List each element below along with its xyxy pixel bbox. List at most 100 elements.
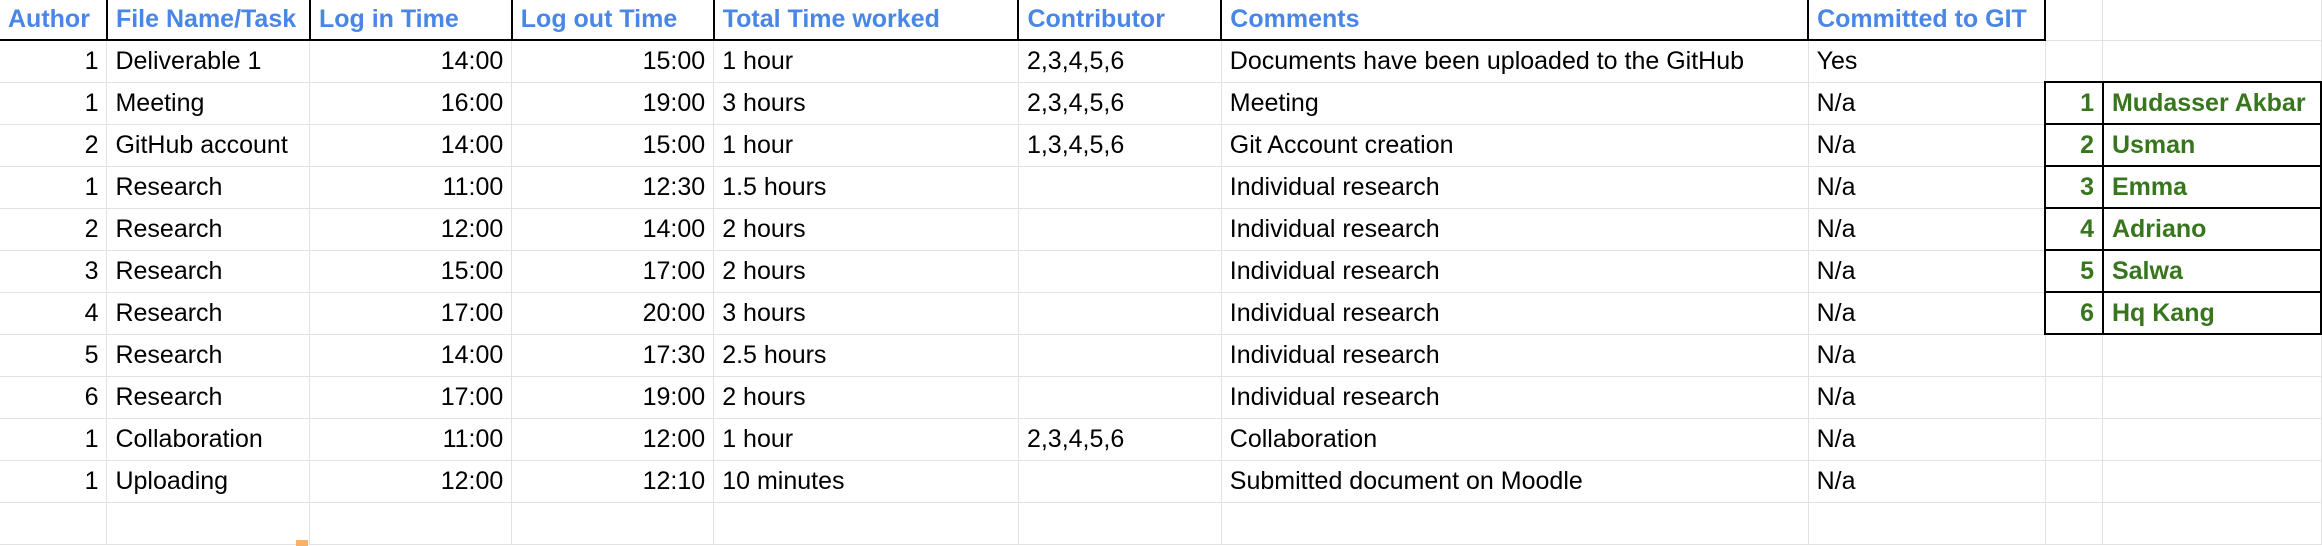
log-out-cell[interactable]: 19:00 xyxy=(511,376,715,419)
member-name-cell[interactable]: Hq Kang xyxy=(2101,291,2322,335)
committed-cell[interactable]: N/a xyxy=(1808,166,2046,209)
log-out-cell[interactable]: 12:30 xyxy=(511,166,715,209)
contributor-cell[interactable] xyxy=(1018,166,1222,209)
empty-cell[interactable] xyxy=(1808,502,2046,545)
member-id-cell[interactable]: 1 xyxy=(2044,81,2104,125)
log-in-cell[interactable]: 16:00 xyxy=(309,82,513,125)
total-time-cell[interactable]: 2 hours xyxy=(713,376,1019,419)
empty-cell[interactable] xyxy=(2102,418,2322,461)
committed-cell[interactable]: Yes xyxy=(1808,40,2046,83)
author-cell[interactable]: 1 xyxy=(0,82,108,125)
header-log-in-time[interactable]: Log in Time xyxy=(309,0,513,41)
log-out-cell[interactable]: 17:00 xyxy=(511,250,715,293)
total-time-cell[interactable]: 1 hour xyxy=(713,124,1019,167)
log-in-cell[interactable]: 17:00 xyxy=(309,376,513,419)
empty-cell[interactable] xyxy=(2045,502,2104,545)
author-cell[interactable]: 2 xyxy=(0,124,108,167)
contributor-cell[interactable]: 1,3,4,5,6 xyxy=(1018,124,1222,167)
contributor-cell[interactable]: 2,3,4,5,6 xyxy=(1018,418,1222,461)
log-in-cell[interactable]: 11:00 xyxy=(309,166,513,209)
log-out-cell[interactable]: 19:00 xyxy=(511,82,715,125)
task-cell[interactable]: Research xyxy=(106,292,311,335)
author-cell[interactable]: 1 xyxy=(0,418,108,461)
contributor-cell[interactable]: 2,3,4,5,6 xyxy=(1018,82,1222,125)
log-in-cell[interactable]: 12:00 xyxy=(309,208,513,251)
empty-cell[interactable] xyxy=(106,502,311,545)
committed-cell[interactable]: N/a xyxy=(1808,376,2046,419)
comments-cell[interactable]: Collaboration xyxy=(1221,418,1809,461)
task-cell[interactable]: Research xyxy=(106,208,311,251)
comments-cell[interactable]: Submitted document on Moodle xyxy=(1221,460,1809,503)
empty-cell[interactable] xyxy=(2102,376,2322,419)
total-time-cell[interactable]: 2 hours xyxy=(713,208,1019,251)
comments-cell[interactable]: Individual research xyxy=(1221,334,1809,377)
comments-cell[interactable]: Documents have been uploaded to the GitH… xyxy=(1221,40,1809,83)
committed-cell[interactable]: N/a xyxy=(1808,334,2046,377)
empty-cell[interactable] xyxy=(0,502,108,545)
empty-cell[interactable] xyxy=(2045,460,2104,503)
total-time-cell[interactable]: 3 hours xyxy=(713,292,1019,335)
task-cell[interactable]: Research xyxy=(106,250,311,293)
committed-cell[interactable]: N/a xyxy=(1808,82,2046,125)
committed-cell[interactable]: N/a xyxy=(1808,418,2046,461)
log-in-cell[interactable]: 14:00 xyxy=(309,334,513,377)
author-cell[interactable]: 1 xyxy=(0,166,108,209)
author-cell[interactable]: 1 xyxy=(0,460,108,503)
empty-cell[interactable] xyxy=(2102,334,2322,377)
contributor-cell[interactable] xyxy=(1018,460,1222,503)
empty-cell[interactable] xyxy=(2045,334,2104,377)
empty-cell[interactable] xyxy=(309,502,513,545)
member-name-cell[interactable]: Mudasser Akbar xyxy=(2101,81,2322,125)
header-author[interactable]: Author xyxy=(0,0,108,41)
comments-cell[interactable]: Meeting xyxy=(1221,82,1809,125)
task-cell[interactable]: Research xyxy=(106,166,311,209)
task-cell[interactable]: Research xyxy=(106,334,311,377)
author-cell[interactable]: 1 xyxy=(0,40,108,83)
header-comments[interactable]: Comments xyxy=(1221,0,1810,41)
empty-cell[interactable] xyxy=(2045,40,2104,83)
task-cell[interactable]: Research xyxy=(106,376,311,419)
log-in-cell[interactable]: 14:00 xyxy=(309,40,513,83)
comments-cell[interactable]: Individual research xyxy=(1221,166,1809,209)
empty-cell[interactable] xyxy=(2102,0,2322,41)
comments-cell[interactable]: Individual research xyxy=(1221,292,1809,335)
contributor-cell[interactable] xyxy=(1018,292,1222,335)
log-out-cell[interactable]: 14:00 xyxy=(511,208,715,251)
task-cell[interactable]: Deliverable 1 xyxy=(106,40,311,83)
empty-cell[interactable] xyxy=(2045,0,2104,41)
author-cell[interactable]: 5 xyxy=(0,334,108,377)
member-name-cell[interactable]: Usman xyxy=(2101,123,2322,167)
task-cell[interactable]: GitHub account xyxy=(106,124,311,167)
committed-cell[interactable]: N/a xyxy=(1808,208,2046,251)
task-cell[interactable]: Meeting xyxy=(106,82,311,125)
total-time-cell[interactable]: 10 minutes xyxy=(713,460,1019,503)
empty-cell[interactable] xyxy=(2102,502,2322,545)
empty-cell[interactable] xyxy=(2045,418,2104,461)
empty-cell[interactable] xyxy=(2102,40,2322,83)
member-name-cell[interactable]: Salwa xyxy=(2101,249,2322,293)
contributor-cell[interactable] xyxy=(1018,334,1222,377)
log-in-cell[interactable]: 17:00 xyxy=(309,292,513,335)
empty-cell[interactable] xyxy=(1221,502,1809,545)
log-out-cell[interactable]: 15:00 xyxy=(511,40,715,83)
log-in-cell[interactable]: 14:00 xyxy=(309,124,513,167)
header-contributor[interactable]: Contributor xyxy=(1018,0,1223,41)
total-time-cell[interactable]: 1 hour xyxy=(713,40,1019,83)
total-time-cell[interactable]: 2 hours xyxy=(713,250,1019,293)
committed-cell[interactable]: N/a xyxy=(1808,124,2046,167)
author-cell[interactable]: 3 xyxy=(0,250,108,293)
empty-cell[interactable] xyxy=(2102,460,2322,503)
header-committed-to-git[interactable]: Committed to GIT xyxy=(1808,0,2047,41)
total-time-cell[interactable]: 2.5 hours xyxy=(713,334,1019,377)
committed-cell[interactable]: N/a xyxy=(1808,460,2046,503)
log-in-cell[interactable]: 12:00 xyxy=(309,460,513,503)
log-in-cell[interactable]: 11:00 xyxy=(309,418,513,461)
committed-cell[interactable]: N/a xyxy=(1808,292,2046,335)
author-cell[interactable]: 4 xyxy=(0,292,108,335)
total-time-cell[interactable]: 1 hour xyxy=(713,418,1019,461)
empty-cell[interactable] xyxy=(713,502,1019,545)
log-in-cell[interactable]: 15:00 xyxy=(309,250,513,293)
empty-cell[interactable] xyxy=(511,502,715,545)
total-time-cell[interactable]: 1.5 hours xyxy=(713,166,1019,209)
header-total-time-worked[interactable]: Total Time worked xyxy=(713,0,1020,41)
